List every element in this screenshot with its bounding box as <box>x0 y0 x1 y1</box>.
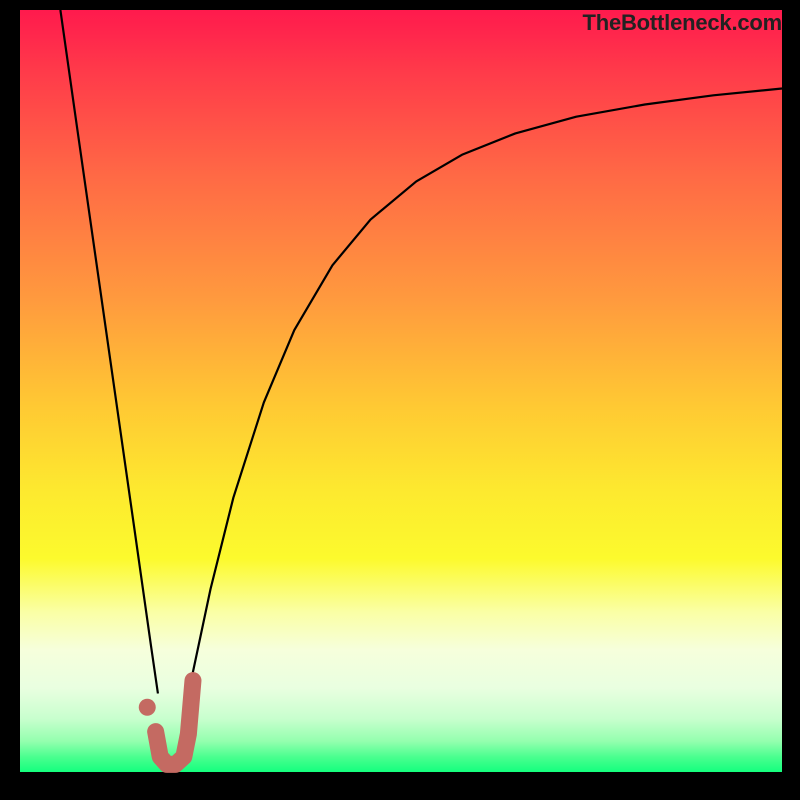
left-branch-curve <box>60 10 158 694</box>
highlight-dot <box>139 699 156 716</box>
chart-frame <box>20 10 782 772</box>
highlight-j-stroke <box>156 681 193 765</box>
chart-svg <box>20 10 782 772</box>
curve-group <box>60 10 782 764</box>
right-branch-curve <box>191 88 782 679</box>
watermark-label: TheBottleneck.com <box>582 10 782 36</box>
